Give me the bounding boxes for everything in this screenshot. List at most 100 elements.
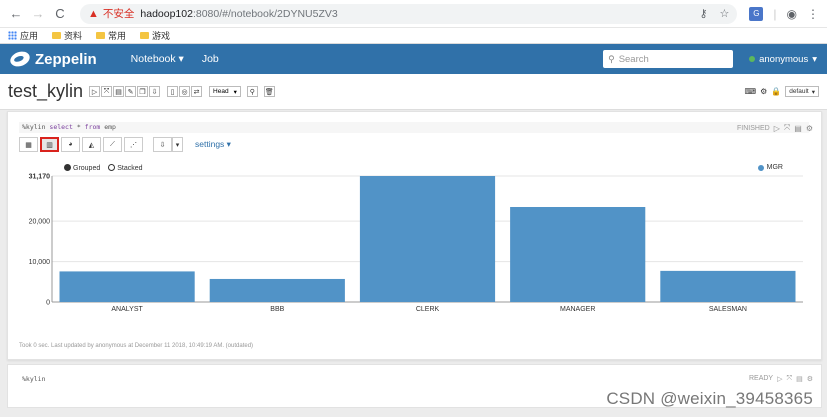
job-menu[interactable]: Job [202,53,219,65]
grouped-option[interactable]: Grouped [64,164,100,172]
bar [510,207,646,302]
online-status-icon [749,56,756,62]
forward-icon[interactable]: → [30,6,46,22]
series-name: MGR [766,164,783,171]
show-hide-output-icon[interactable]: ▤ [113,86,125,97]
run-all-icon[interactable]: ▷ [89,86,101,97]
bar-chart: 0 10,000 20,000 31,170 ANALYST BBB CLERK MANAGE… [29,174,803,312]
series-color-dot [757,164,764,171]
folder-icon [96,32,106,39]
folder-icon [52,32,62,39]
series-legend[interactable]: MGR [757,164,783,171]
radio-selected-icon [64,164,71,171]
search-input[interactable]: ⚲ Search [603,50,734,68]
y-tick-label: 10,000 [29,259,51,266]
paragraph-code[interactable]: %kylin [22,375,45,383]
clone-icon[interactable]: ❐ [137,86,149,97]
scatter-chart-icon[interactable]: ⋰ [124,137,143,152]
x-tick-label: MANAGER [560,306,595,312]
paragraph-footer: Took 0 sec. Last updated by anonymous at… [19,343,254,349]
folder-icon [140,32,150,39]
translate-extension-icon[interactable]: G [749,6,764,21]
zeppelin-navbar: Zeppelin Notebook ▾ Job ⚲ Search anonymo… [0,44,827,74]
stacked-option[interactable]: Stacked [108,164,143,172]
paragraph-gear-icon[interactable]: ⚙ [807,375,813,383]
line-chart-icon[interactable]: ⟋ [103,137,122,152]
y-tick-label: 31,170 [29,174,51,181]
x-tick-label: BBB [270,306,284,312]
download-dropdown-icon[interactable]: ▾ [172,137,183,152]
key-icon[interactable]: ⚷ [699,7,707,20]
apps-grid-icon [8,31,17,40]
x-tick-label: ANALYST [111,306,143,312]
table-icon[interactable]: ▦ [19,137,38,152]
back-icon[interactable]: ← [8,6,24,22]
status-label: READY [748,375,774,382]
radio-empty-icon [108,164,116,171]
gear-icon[interactable]: ⚙ [760,87,767,96]
address-bar[interactable]: ▲ 不安全 hadoop102:8080/#/notebook/2DYNU5ZV… [80,3,738,24]
y-tick-label: 20,000 [29,219,51,226]
lock-icon[interactable]: 🔒 [771,87,781,96]
area-chart-icon[interactable]: ◭ [82,137,101,152]
notebook-header: test_kylin ▷ ⤧ ▤ ✎ ❐ ⇩ ▯ ◎ ⇄ Head ▾ ⚲ 🗑 ⌨… [0,74,827,110]
status-label: FINISHED [737,124,770,132]
toggle-editor-icon[interactable]: ⤧ [784,123,790,133]
run-icon[interactable]: ▷ [777,375,782,383]
clear-output-icon[interactable]: ✎ [125,86,137,97]
paragraph-code[interactable]: %kylin select * from emp [19,122,809,133]
export-icon[interactable]: ⇩ [149,86,161,97]
search-code-icon[interactable]: ⚲ [246,86,258,97]
revision-select[interactable]: Head ▾ [209,86,241,97]
zeppelin-logo-icon [8,49,32,69]
compare-icon[interactable]: ⇄ [191,86,203,97]
run-icon[interactable]: ▷ [774,124,780,133]
bookmark-folder[interactable]: 游戏 [140,29,170,42]
search-placeholder: Search [618,53,649,65]
bookmarks-bar: 应用 资料 常用 游戏 [0,28,827,44]
menu-icon[interactable]: ⋮ [807,7,819,21]
notebook-menu[interactable]: Notebook ▾ [131,53,184,65]
notebook-title[interactable]: test_kylin [8,81,83,102]
settings-toggle[interactable]: settings ▾ [195,139,231,150]
keyboard-shortcut-icon[interactable]: ⌨ [745,87,757,96]
divider: | [773,6,777,21]
reload-icon[interactable]: C [52,6,68,22]
star-icon[interactable]: ☆ [720,7,730,20]
bar [59,271,195,302]
bar [359,176,496,302]
bar [660,270,796,302]
brand-logo[interactable]: Zeppelin [8,49,97,69]
url-path: :8080/#/notebook/2DYNU5ZV3 [192,7,338,20]
watermark: CSDN @weixin_39458365 [606,389,813,408]
download-icon[interactable]: ⇩ [153,137,172,152]
toggle-editor-icon[interactable]: ⤧ [786,375,792,383]
user-menu[interactable]: anonymous ▾ [749,54,817,65]
x-tick-label: CLERK [416,306,440,312]
bar-chart-icon[interactable]: ▥ [40,137,59,152]
bookmark-apps[interactable]: 应用 [8,29,38,42]
version-icon[interactable]: ▯ [167,86,179,97]
commit-icon[interactable]: ◎ [179,86,191,97]
notebook-action-group: ▷ ⤧ ▤ ✎ ❐ ⇩ [89,86,161,97]
bookmark-folder[interactable]: 常用 [96,29,126,42]
visualization-toolbar: ▦ ▥ ◕ ◭ ⟋ ⋰ ⇩ ▾ settings ▾ [19,137,231,152]
layout-select[interactable]: default ▾ [785,86,819,97]
paragraph-gear-icon[interactable]: ⚙ [806,124,813,133]
version-group: ▯ ◎ ⇄ [167,86,203,97]
pie-chart-icon[interactable]: ◕ [61,137,80,152]
trash-icon[interactable]: 🗑 [263,86,275,97]
paragraph-status-bar: READY ▷ ⤧ ▤ ⚙ [749,375,813,383]
toggle-output-icon[interactable]: ▤ [796,375,803,383]
paragraph-status-bar: FINISHED ▷ ⤧ ▤ ⚙ [737,123,813,133]
paragraph-result: %kylin select * from emp FINISHED ▷ ⤧ ▤ … [7,111,822,360]
x-tick-label: SALESMAN [709,306,747,312]
insecure-label: 不安全 [102,8,135,20]
url-host: hadoop102 [140,7,193,20]
chart-mode-controls: Grouped Stacked [64,164,143,172]
show-hide-code-icon[interactable]: ⤧ [101,86,113,97]
toggle-output-icon[interactable]: ▤ [794,124,802,133]
warning-icon: ▲ [88,7,99,20]
bookmark-folder[interactable]: 资料 [52,29,82,42]
profile-icon[interactable]: ◉ [787,7,797,21]
